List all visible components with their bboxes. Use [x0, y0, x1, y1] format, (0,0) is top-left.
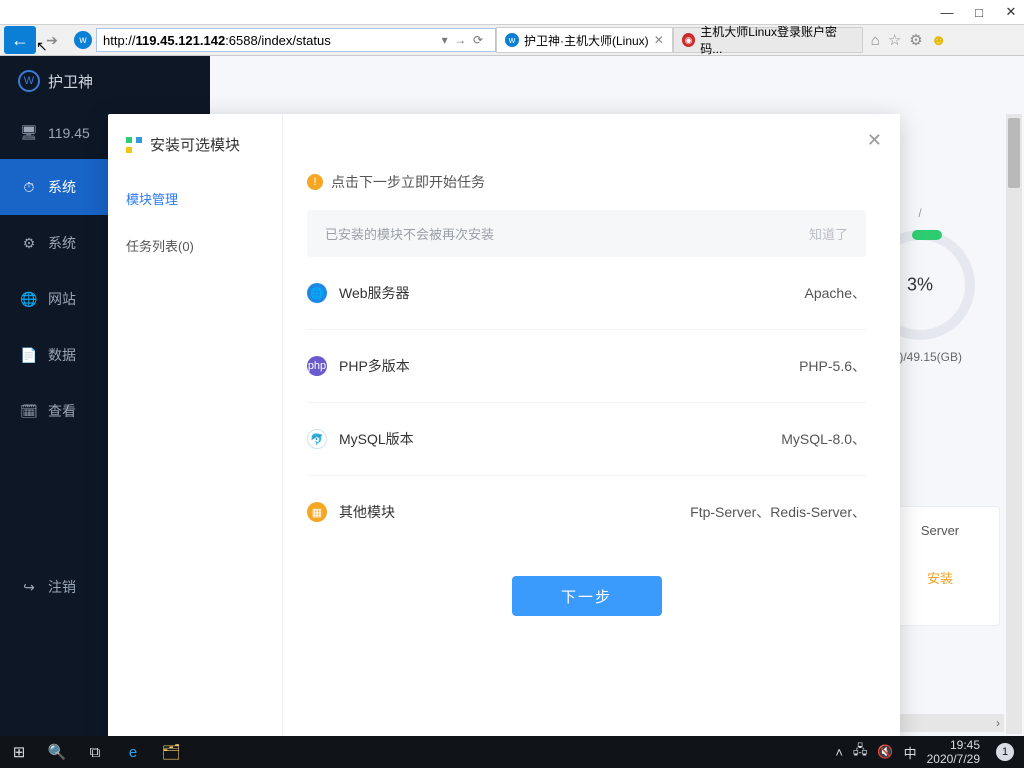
modal-main: ✕ ! 点击下一步立即开始任务 已安装的模块不会被再次安装 知道了 🌐 Web服务…: [283, 114, 900, 736]
install-modal: 安装可选模块 模块管理 任务列表(0) ✕ ! 点击下一步立即开始任务 已安装的…: [108, 114, 900, 736]
browser-extra-icons: ⌂ ☆ ⚙ ☻: [871, 31, 947, 49]
face-icon[interactable]: ☻: [931, 32, 947, 49]
tray-clock[interactable]: 19:45 2020/7/29: [927, 738, 980, 766]
brand: W 护卫神: [0, 56, 210, 106]
info-icon: !: [307, 174, 323, 190]
module-value: Apache、: [805, 283, 866, 303]
taskview-icon[interactable]: ⧉: [76, 736, 114, 768]
service-name: Server: [897, 523, 983, 538]
php-icon: php: [307, 356, 327, 376]
sidebar-item-label: 网站: [48, 289, 76, 309]
tab-favicon-icon: w: [505, 33, 519, 47]
brand-shield-icon: W: [18, 70, 40, 92]
note-dismiss[interactable]: 知道了: [809, 224, 848, 243]
url-path: :6588/index/status: [225, 33, 331, 48]
search-icon[interactable]: 🔍: [38, 736, 76, 768]
folder-icon: ▦: [307, 502, 327, 522]
dashboard-icon: ⏱: [20, 179, 38, 196]
note-text: 已安装的模块不会被再次安装: [325, 224, 494, 243]
volume-icon[interactable]: 🔇: [877, 744, 893, 760]
sidebar-item-label: 119.45: [48, 125, 90, 141]
service-install-link[interactable]: 安装: [897, 568, 983, 587]
module-name: 其他模块: [339, 502, 395, 522]
sidebar-item-label: 注销: [48, 577, 76, 597]
module-value: Ftp-Server、Redis-Server、: [690, 502, 866, 522]
modal-tab-modules[interactable]: 模块管理: [108, 175, 282, 222]
browser-tab-0[interactable]: w 护卫神·主机大师(Linux) ✕: [496, 27, 673, 53]
start-button[interactable]: ⊞: [0, 736, 38, 768]
modal-note: 已安装的模块不会被再次安装 知道了: [307, 210, 866, 257]
tab-close-icon[interactable]: ✕: [654, 33, 664, 47]
browser-tabs: w 护卫神·主机大师(Linux) ✕ ◉ 主机大师Linux登录账户密码...: [496, 24, 863, 56]
window-close[interactable]: ✕: [1004, 5, 1018, 19]
home-icon[interactable]: ⌂: [871, 32, 880, 49]
sidebar-item-label: 系统: [48, 177, 76, 197]
tab-title: 护卫神·主机大师(Linux): [524, 32, 649, 49]
hint-text: 点击下一步立即开始任务: [331, 172, 485, 192]
modal-title-label: 安装可选模块: [150, 134, 240, 155]
tab-favicon-icon: ◉: [682, 33, 696, 47]
window-maximize[interactable]: □: [972, 5, 986, 19]
windows-taskbar: ⊞ 🔍 ⧉ e 🗂 ˄ 🖧 🔇 中 19:45 2020/7/29 1: [0, 736, 1024, 768]
browser-toolbar: ← ➔ w http://119.45.121.142:6588/index/s…: [0, 24, 1024, 56]
calendar-icon: 🗓: [20, 403, 38, 420]
gear-icon: ⚙: [20, 235, 38, 252]
sidebar-item-label: 系统: [48, 233, 76, 253]
gear-icon[interactable]: ⚙: [909, 31, 922, 49]
brand-label: 护卫神: [48, 71, 93, 92]
monitor-icon: 🖥: [20, 124, 38, 141]
nav-back-button[interactable]: ←: [4, 26, 36, 54]
gauge-value: 3%: [907, 275, 933, 296]
sidebar-item-label: 数据: [48, 345, 76, 365]
tab-title: 主机大师Linux登录账户密码...: [700, 23, 853, 57]
modules-icon: [126, 137, 142, 153]
module-name: PHP多版本: [339, 356, 410, 376]
ime-indicator[interactable]: 中: [904, 743, 917, 762]
module-value: PHP-5.6、: [799, 356, 866, 376]
modal-hint: ! 点击下一步立即开始任务: [307, 172, 866, 192]
browser-tab-1[interactable]: ◉ 主机大师Linux登录账户密码...: [673, 27, 863, 53]
modal-tab-tasks[interactable]: 任务列表(0): [108, 222, 282, 269]
globe-icon: 🌐: [307, 283, 327, 303]
logout-icon: ↪: [20, 579, 38, 596]
clock-date: 2020/7/29: [927, 752, 980, 766]
ie-icon[interactable]: e: [114, 736, 152, 768]
star-icon[interactable]: ☆: [888, 31, 901, 49]
sidebar-item-label: 查看: [48, 401, 76, 421]
module-value: MySQL-8.0、: [781, 429, 866, 449]
network-icon[interactable]: 🖧: [853, 741, 868, 763]
site-favicon-icon: w: [74, 31, 92, 49]
mysql-icon: 🐬: [307, 429, 327, 449]
module-name: Web服务器: [339, 283, 410, 303]
modal-title: 安装可选模块: [108, 114, 282, 175]
window-titlebar: — □ ✕: [0, 0, 1024, 24]
address-tools: ▾ → ⟳: [442, 33, 483, 47]
explorer-icon[interactable]: 🗂: [152, 736, 190, 768]
url-scheme: http://: [103, 33, 136, 48]
modal-close-icon[interactable]: ✕: [867, 130, 882, 151]
system-tray: ˄ 🖧 🔇 中 19:45 2020/7/29 1: [835, 738, 1024, 766]
nav-forward-button[interactable]: ➔: [38, 26, 66, 54]
scroll-thumb[interactable]: [1008, 118, 1020, 188]
chevron-right-icon[interactable]: ›: [996, 716, 1000, 730]
module-name: MySQL版本: [339, 429, 414, 449]
module-row-web[interactable]: 🌐 Web服务器 Apache、: [307, 257, 866, 330]
url-host: 119.45.121.142: [136, 33, 226, 48]
clock-time: 19:45: [927, 738, 980, 752]
next-button[interactable]: 下一步: [512, 576, 662, 616]
address-bar[interactable]: http://119.45.121.142:6588/index/status …: [96, 28, 496, 52]
notification-badge[interactable]: 1: [996, 743, 1014, 761]
globe-icon: 🌐: [20, 291, 38, 308]
modal-sidebar: 安装可选模块 模块管理 任务列表(0): [108, 114, 283, 736]
tray-up-icon[interactable]: ˄: [835, 745, 843, 760]
window-minimize[interactable]: —: [940, 5, 954, 19]
vertical-scrollbar[interactable]: [1006, 114, 1022, 734]
module-row-mysql[interactable]: 🐬 MySQL版本 MySQL-8.0、: [307, 403, 866, 476]
module-row-php[interactable]: php PHP多版本 PHP-5.6、: [307, 330, 866, 403]
document-icon: 📄: [20, 347, 38, 364]
module-row-other[interactable]: ▦ 其他模块 Ftp-Server、Redis-Server、: [307, 476, 866, 548]
page-content: W 护卫神 🖥119.45 ⏱系统 ⚙系统 🌐网站 📄数据 🗓查看 ↪注销 / …: [0, 56, 1024, 736]
